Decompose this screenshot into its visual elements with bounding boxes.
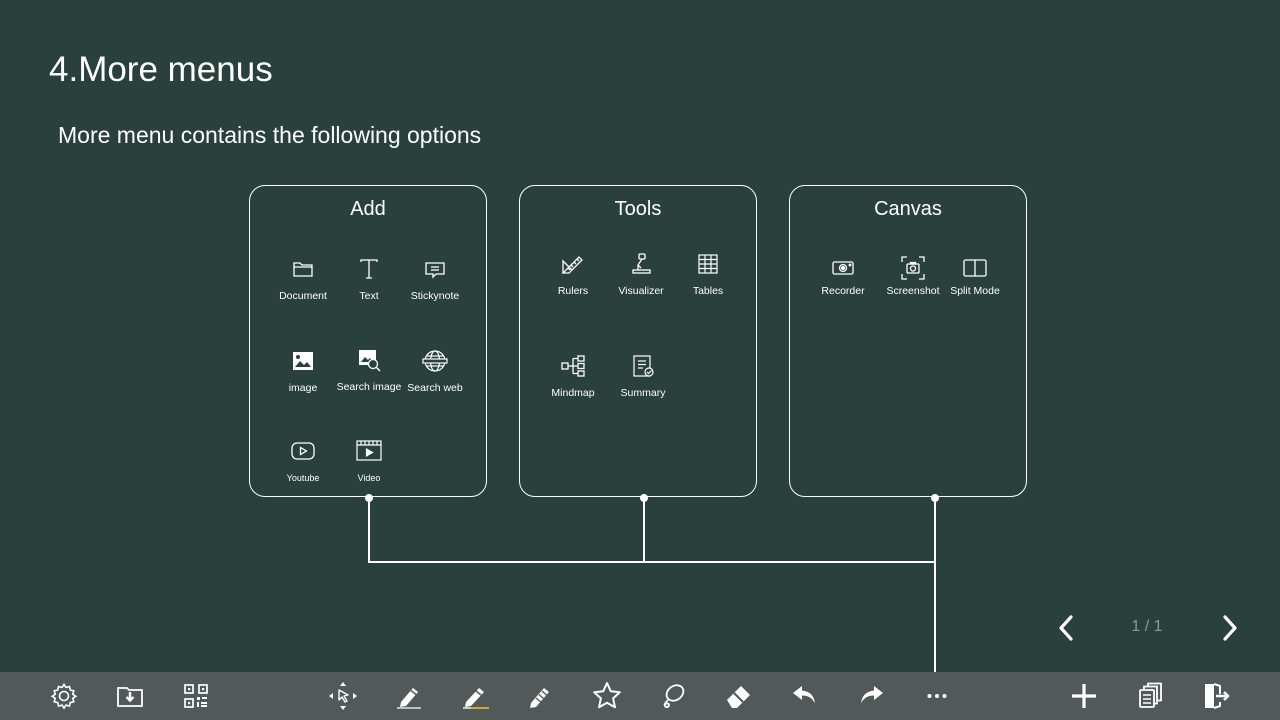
chevron-left-icon (1059, 615, 1073, 641)
document-label: Document (279, 290, 327, 302)
mindmap-tool[interactable]: Mindmap (534, 353, 612, 413)
table-icon (695, 251, 721, 277)
next-page-button[interactable] (1213, 612, 1245, 644)
canvas-panel-title: Canvas (874, 198, 942, 220)
qr-code-button[interactable] (178, 678, 214, 714)
eraser-button[interactable] (721, 678, 757, 714)
brush-button[interactable] (522, 678, 558, 714)
mindmap-icon (560, 353, 586, 379)
eraser-icon (727, 686, 750, 708)
add-page-icon (1072, 684, 1096, 708)
tables-label: Tables (692, 285, 724, 297)
screenshot-icon (900, 255, 926, 280)
summary-label: Summary (620, 387, 666, 399)
video-label: Video (357, 473, 381, 483)
add-panel: Add Document Text Stickynote image Searc… (249, 185, 487, 497)
qr-code-icon (184, 684, 208, 708)
recorder-label: Recorder (821, 285, 865, 297)
save-button[interactable] (112, 678, 148, 714)
folder-icon (290, 256, 316, 282)
canvas-panel: Canvas Recorder Screenshot Split Mode (789, 185, 1027, 497)
pages-icon (1139, 682, 1162, 708)
rulers-label: Rulers (557, 285, 589, 297)
visualizer-icon (628, 251, 654, 277)
more-icon (927, 694, 947, 698)
pen-icon (397, 688, 421, 709)
summary-icon (630, 353, 656, 379)
lasso-button[interactable] (655, 678, 691, 714)
settings-button[interactable] (46, 678, 82, 714)
shape-button[interactable] (589, 678, 625, 714)
stickynote-label: Stickynote (410, 290, 460, 302)
pen-button[interactable] (391, 678, 427, 714)
split-mode-icon (962, 255, 988, 277)
globe-icon (422, 348, 448, 374)
add-panel-title: Add (350, 198, 386, 220)
more-button[interactable] (919, 678, 955, 714)
visualizer-label: Visualizer (618, 285, 664, 297)
youtube-label: Youtube (286, 473, 320, 483)
redo-icon (861, 686, 883, 704)
search-image-icon (356, 347, 382, 373)
image-icon (290, 348, 316, 374)
save-folder-icon (117, 687, 143, 707)
highlighter-icon (463, 688, 489, 709)
undo-button[interactable] (787, 678, 823, 714)
text-icon (356, 256, 382, 282)
redo-button[interactable] (853, 678, 889, 714)
lasso-icon (663, 684, 685, 708)
recorder-icon (830, 255, 856, 277)
search-image-label: Search image (336, 381, 402, 393)
previous-page-button[interactable] (1051, 612, 1083, 644)
split-mode-label: Split Mode (950, 285, 1000, 297)
stickynote-icon (422, 256, 448, 282)
video-icon (356, 438, 382, 464)
summary-tool[interactable]: Summary (604, 353, 682, 413)
stickynote-tool[interactable]: Stickynote (396, 256, 474, 316)
tables-tool[interactable]: Tables (669, 251, 747, 311)
youtube-icon (290, 438, 316, 464)
chevron-right-icon (1223, 615, 1237, 641)
tools-panel: Tools Rulers Visualizer Tables Mindmap S… (519, 185, 757, 497)
mindmap-label: Mindmap (551, 387, 595, 399)
bottom-toolbar (0, 672, 1280, 720)
text-label: Text (359, 290, 379, 302)
tools-panel-title: Tools (614, 198, 662, 220)
move-select-icon (329, 682, 357, 710)
split-mode-tool[interactable]: Split Mode (936, 255, 1014, 315)
recorder-tool[interactable]: Recorder (804, 255, 882, 315)
settings-icon (50, 683, 78, 710)
shape-star-icon (593, 682, 621, 709)
brush-icon (530, 688, 549, 708)
add-page-button[interactable] (1066, 678, 1102, 714)
move-select-button[interactable] (325, 678, 361, 714)
ruler-icon (560, 251, 586, 277)
search-web-tool[interactable]: Search web (396, 348, 474, 408)
highlighter-button[interactable] (457, 678, 493, 714)
video-tool[interactable]: Video (330, 438, 408, 498)
exit-icon (1205, 683, 1230, 709)
rulers-tool[interactable]: Rulers (534, 251, 612, 311)
pages-button[interactable] (1132, 678, 1168, 714)
image-label: image (288, 382, 318, 394)
search-web-label: Search web (407, 382, 463, 394)
page-indicator: 1 / 1 (1131, 618, 1163, 635)
exit-button[interactable] (1198, 678, 1234, 714)
undo-icon (793, 686, 815, 704)
screenshot-label: Screenshot (886, 285, 940, 297)
